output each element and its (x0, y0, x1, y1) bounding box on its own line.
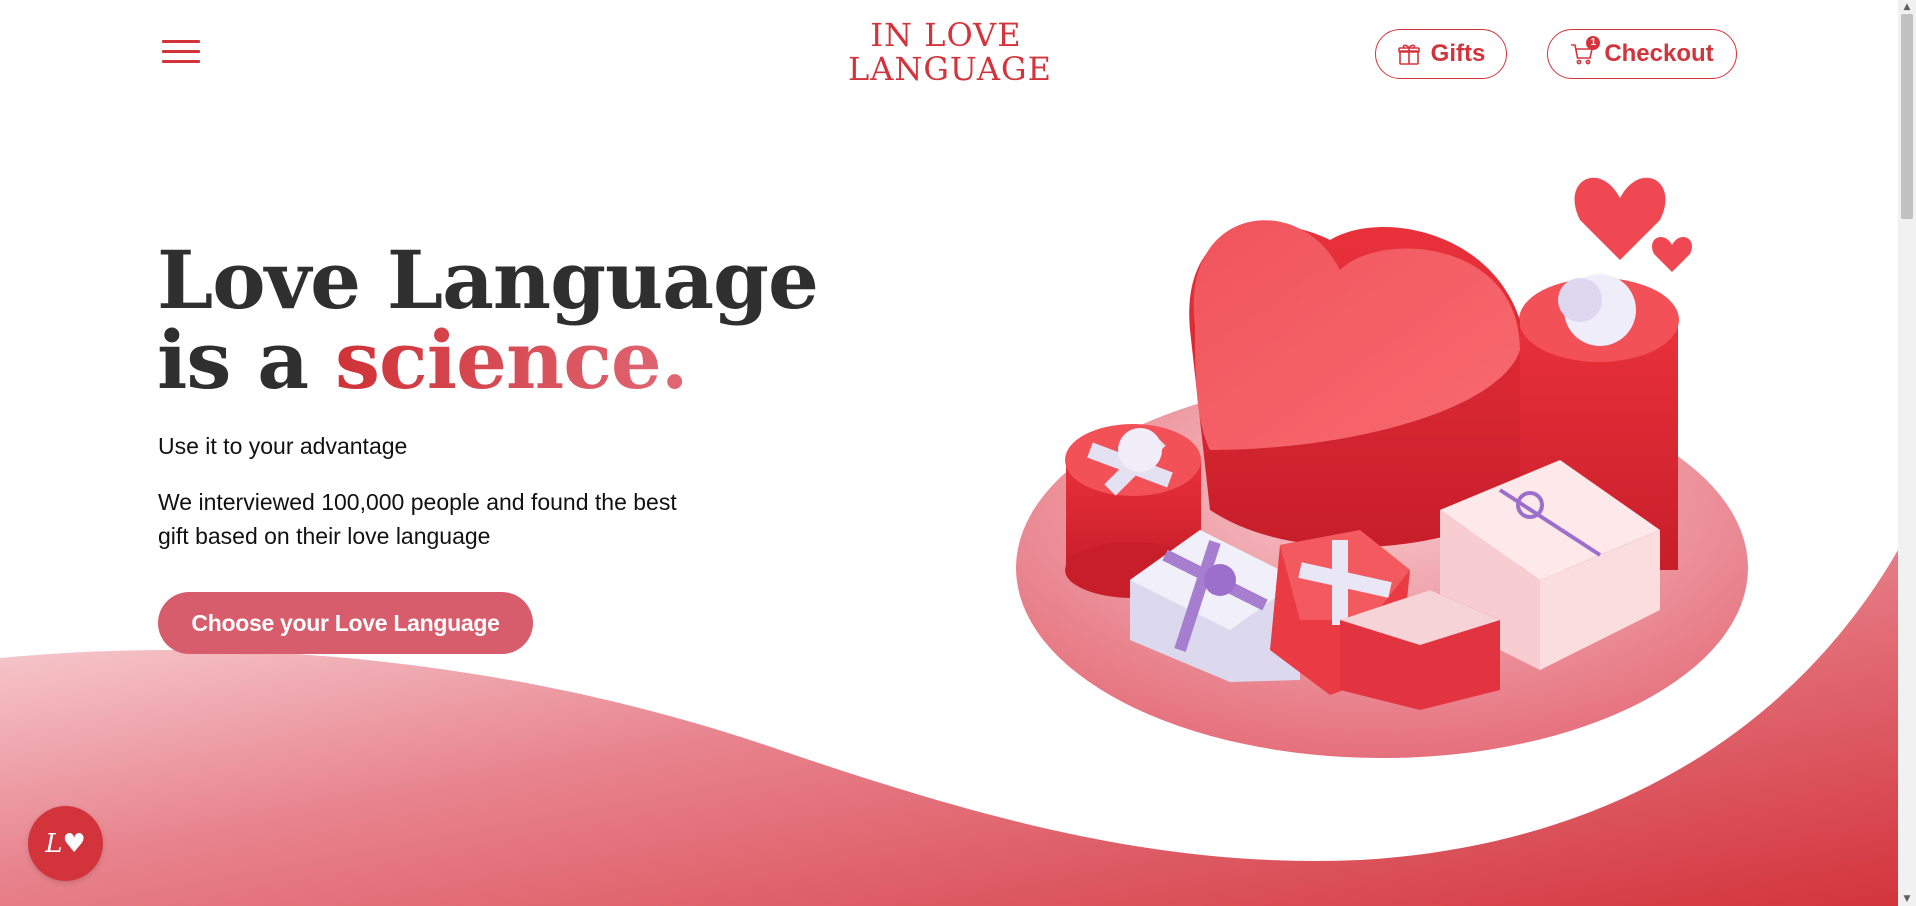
logo-line-2: LANGUAGE (848, 50, 1052, 88)
site-logo[interactable]: IN LOVE LANGUAGE (848, 16, 1052, 88)
hamburger-icon-bar (162, 50, 200, 53)
scroll-down-arrow-icon[interactable]: ▼ (1902, 894, 1912, 904)
page-scrollbar[interactable]: ▲ ▼ (1898, 0, 1916, 906)
gifts-label: Gifts (1430, 40, 1486, 67)
love-language-chat-button[interactable]: L♥ (28, 806, 103, 881)
gift-icon (1397, 42, 1421, 66)
checkout-label: Checkout (1604, 40, 1714, 67)
scroll-up-arrow-icon[interactable]: ▲ (1902, 2, 1912, 12)
choose-love-language-button[interactable]: Choose your Love Language (158, 592, 533, 654)
hamburger-icon-bar (162, 60, 200, 63)
hero-subtitle: Use it to your advantage (158, 433, 408, 459)
scrollbar-thumb[interactable] (1901, 14, 1913, 219)
love-language-chat-icon: L♥ (45, 828, 86, 859)
hamburger-icon-bar (162, 40, 200, 43)
hero-title: Love Language is a science. (157, 240, 819, 400)
hero-title-prefix: is a (157, 313, 309, 407)
cart-icon: 1 (1570, 36, 1601, 66)
checkout-button[interactable]: 1 Checkout (1547, 29, 1737, 79)
gifts-button[interactable]: Gifts (1375, 29, 1507, 79)
hero-description: We interviewed 100,000 people and found … (158, 489, 677, 549)
cart-count-badge: 1 (1586, 36, 1601, 50)
gift-boxes-illustration (1016, 177, 1748, 758)
menu-button[interactable] (162, 40, 202, 68)
logo-line-1: IN LOVE (870, 16, 1022, 54)
hero-title-accent: science. (334, 313, 689, 407)
